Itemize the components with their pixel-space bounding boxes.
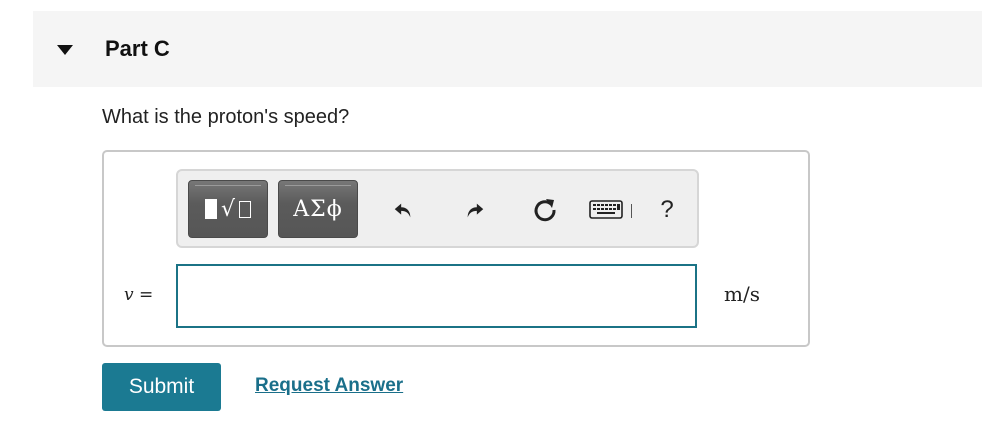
help-button[interactable]: ? <box>650 193 684 227</box>
templates-button[interactable]: √ <box>188 180 268 238</box>
submit-button[interactable]: Submit <box>102 363 221 411</box>
collapse-caret-icon[interactable] <box>57 45 73 55</box>
keyboard-icon <box>589 200 623 219</box>
undo-button[interactable] <box>386 193 420 227</box>
answer-input[interactable] <box>176 264 697 328</box>
request-answer-link[interactable]: Request Answer <box>255 375 403 397</box>
undo-arrow-icon <box>394 203 411 218</box>
templates-icon: √ <box>204 197 252 222</box>
keyboard-button[interactable] <box>584 193 628 227</box>
question-text: What is the proton's speed? <box>102 106 350 128</box>
button-gloss <box>285 185 351 188</box>
redo-arrow-icon <box>467 203 484 218</box>
redo-button[interactable] <box>458 193 492 227</box>
answer-box: √ ΑΣϕ ? v = m/s <box>102 150 810 347</box>
reset-button[interactable] <box>528 193 562 227</box>
reset-icon <box>534 199 556 222</box>
part-header[interactable]: Part C <box>33 11 982 87</box>
equals-sign: = <box>139 285 154 305</box>
symbols-label: ΑΣϕ <box>293 196 343 222</box>
math-toolbar: √ ΑΣϕ ? <box>176 169 699 248</box>
variable-symbol: v <box>124 285 134 305</box>
unit-label: m/s <box>724 282 760 306</box>
button-gloss <box>195 185 261 188</box>
toolbar-divider <box>631 204 632 218</box>
part-title: Part C <box>105 36 170 61</box>
symbols-button[interactable]: ΑΣϕ <box>278 180 358 238</box>
variable-label: v = <box>124 285 153 305</box>
